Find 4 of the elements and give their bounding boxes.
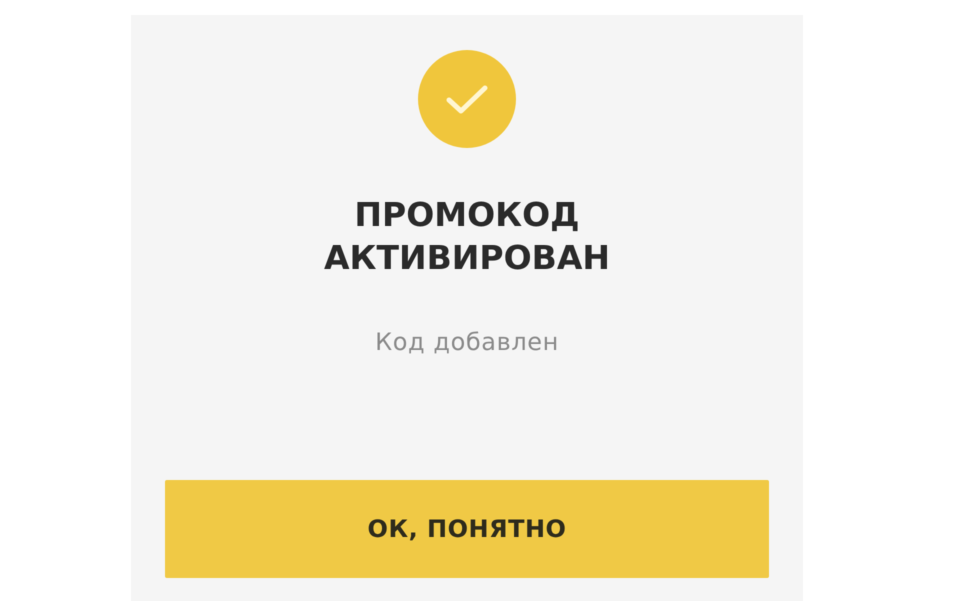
dialog-message: Код добавлен (375, 327, 559, 357)
ok-button[interactable]: ОК, ПОНЯТНО (165, 480, 769, 578)
check-circle-icon (418, 50, 516, 148)
dialog-title: ПРОМОКОД АКТИВИРОВАН (323, 194, 611, 279)
